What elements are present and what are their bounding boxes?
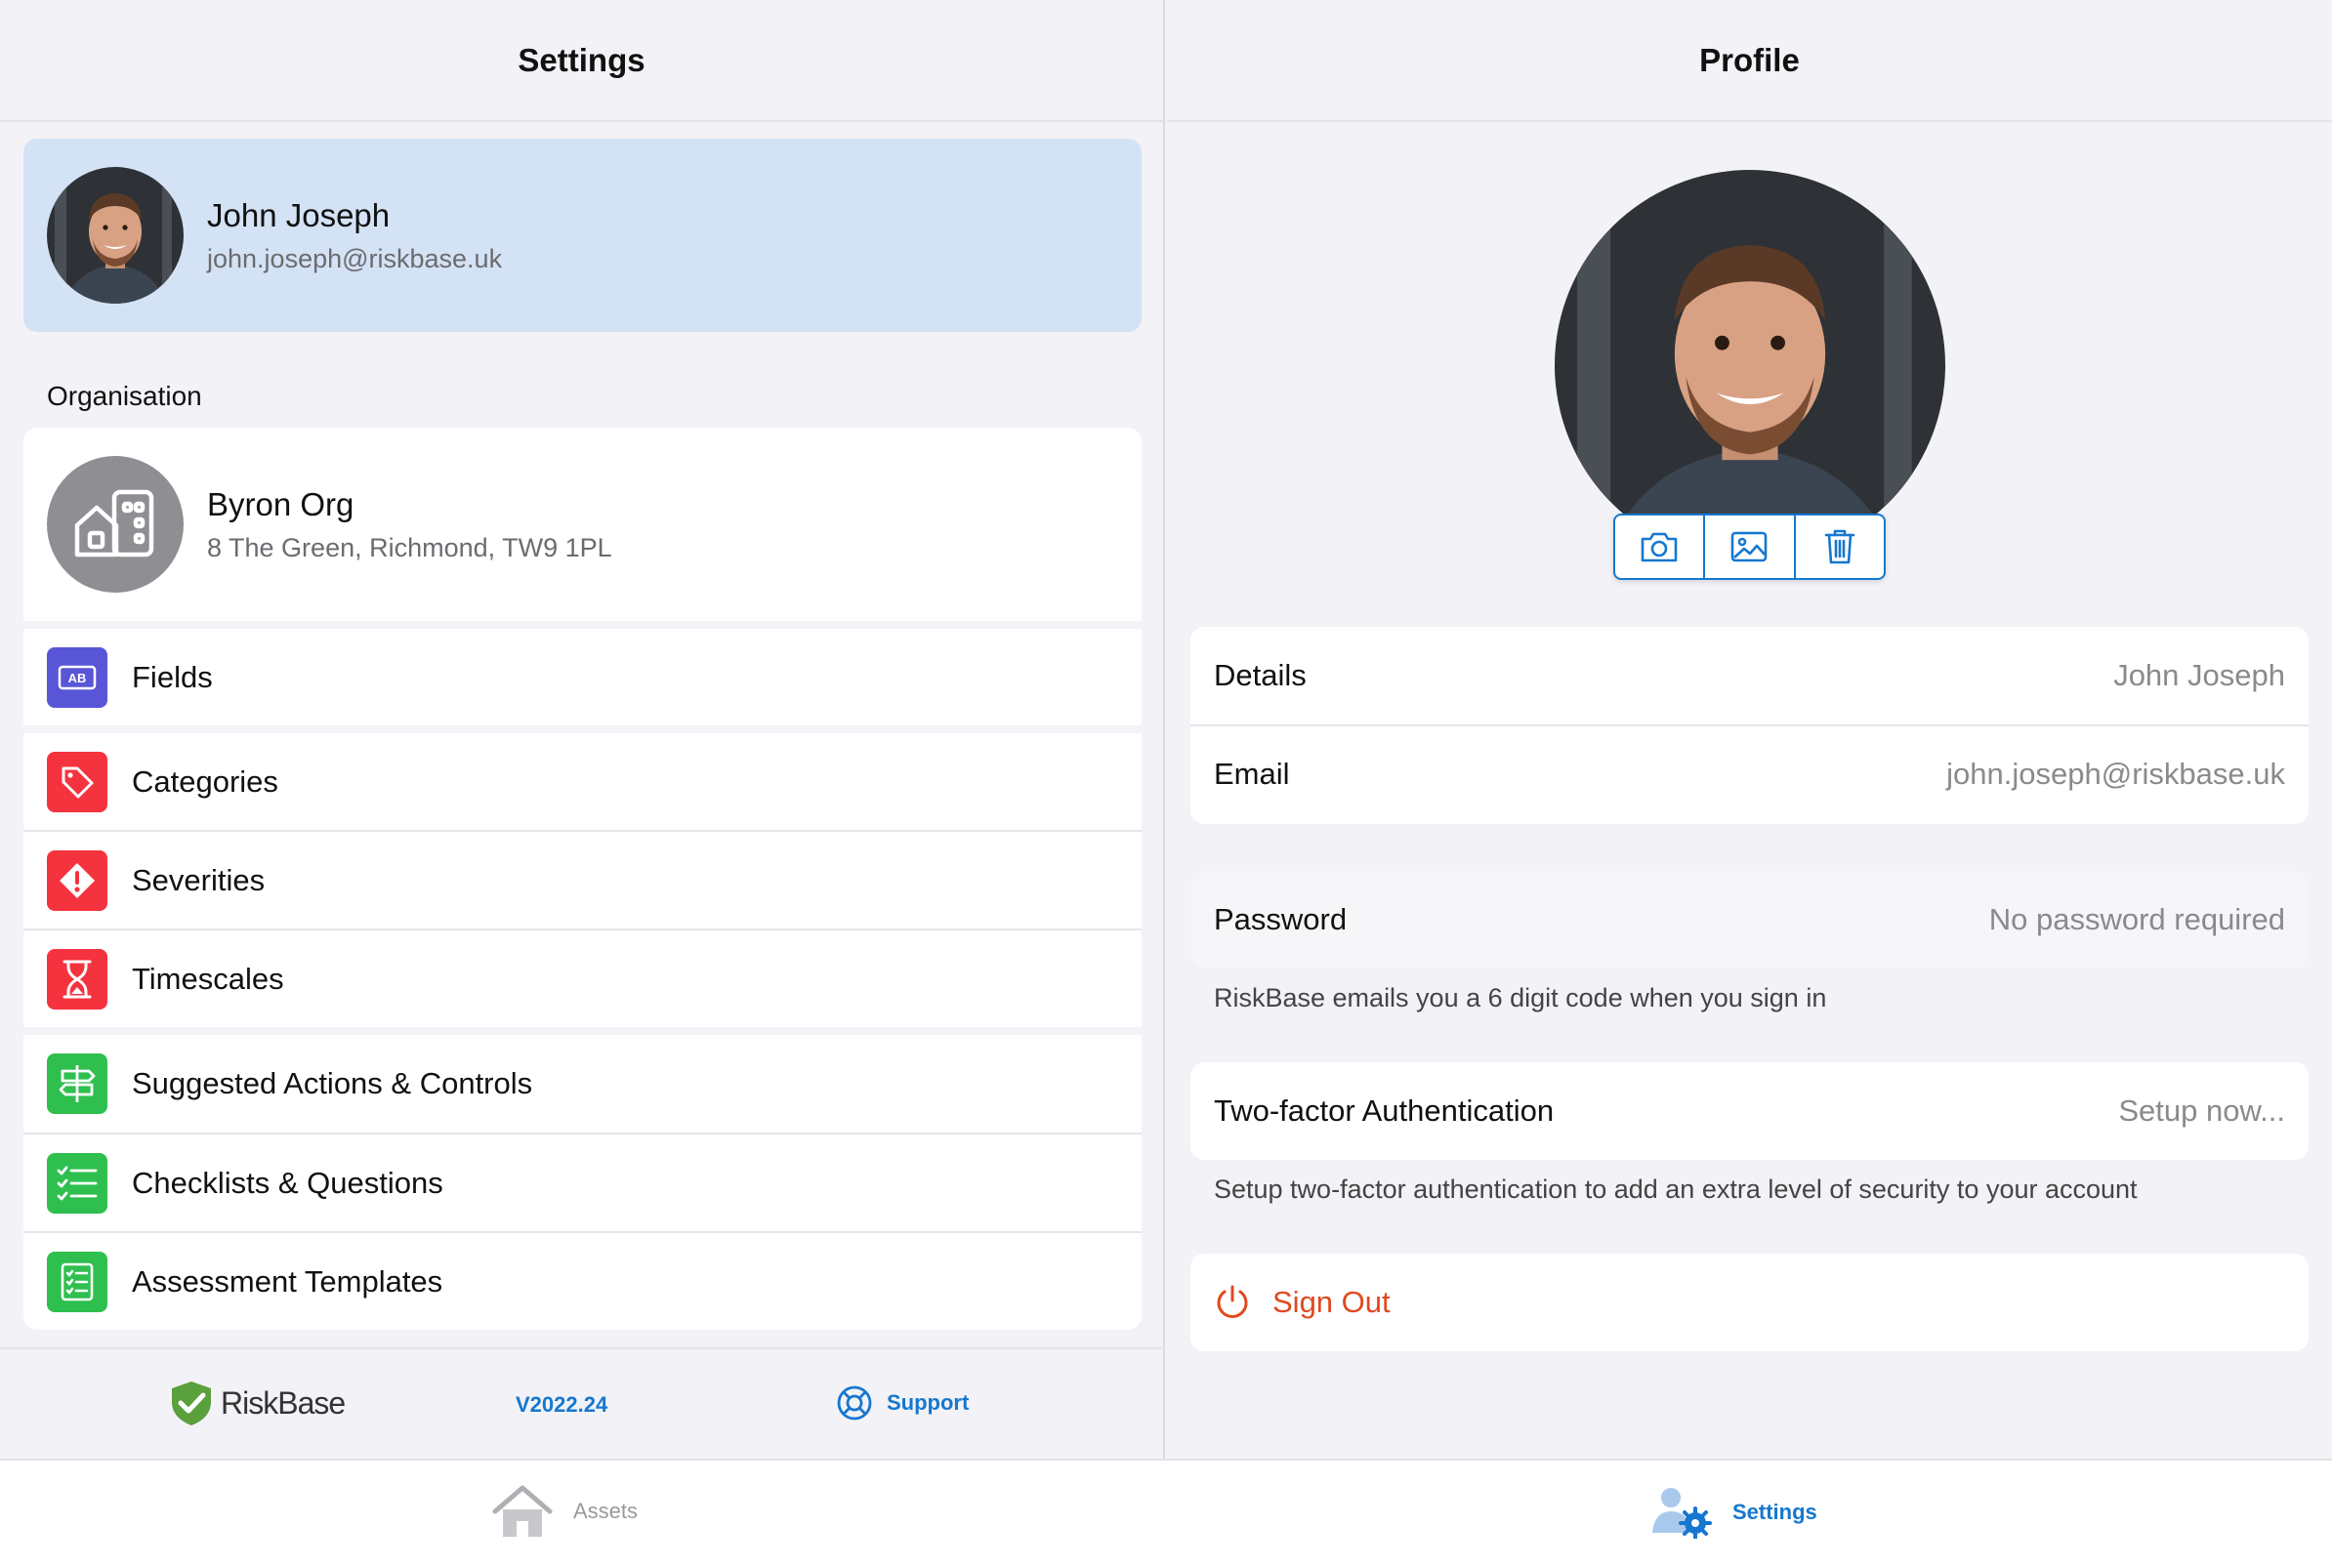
two-factor-group: Two-factor Authentication Setup now... [1190,1062,2309,1160]
settings-footer: RiskBase V2022.24 Support [0,1347,1165,1459]
delete-photo-button[interactable] [1796,516,1884,578]
sign-out-group: Sign Out [1190,1254,2309,1351]
organisation-card[interactable]: Byron Org 8 The Green, Richmond, TW9 1PL [23,428,1142,621]
warning-icon [47,849,107,911]
settings-item-label: Checklists & Questions [132,1165,443,1200]
organisation-section-label: Organisation [47,381,202,411]
svg-text:AB: AB [68,671,87,685]
email-value: john.joseph@riskbase.uk [1946,757,2285,791]
password-row: Password No password required [1190,871,2309,969]
settings-nav-bar: Settings [0,0,1163,122]
support-label: Support [887,1390,970,1415]
details-row[interactable]: Details John Joseph [1190,627,2309,724]
tab-settings-label: Settings [1732,1500,1817,1524]
tab-bar: Assets Settings [0,1459,2332,1568]
hourglass-icon [47,948,107,1010]
choose-photo-button[interactable] [1705,516,1796,578]
trash-icon [1824,529,1855,564]
avatar [47,167,184,304]
settings-title: Settings [518,41,645,78]
tab-assets-label: Assets [573,1499,639,1523]
home-icon [492,1485,553,1537]
brand-name: RiskBase [221,1384,346,1421]
app-version: V2022.24 [516,1392,608,1417]
password-label: Password [1214,902,1348,936]
profile-details-group: Details John Joseph Email john.joseph@ri… [1190,627,2309,824]
take-photo-button[interactable] [1615,516,1706,578]
sign-out-label: Sign Out [1272,1285,1391,1319]
photo-actions-toolbar [1613,514,1886,580]
sign-out-button[interactable]: Sign Out [1190,1254,2309,1351]
email-label: Email [1214,757,1290,791]
camera-icon [1641,532,1678,562]
image-icon [1731,531,1768,562]
user-email: john.joseph@riskbase.uk [207,243,503,273]
settings-item-severities[interactable]: Severities [23,832,1142,928]
two-factor-row[interactable]: Two-factor Authentication Setup now... [1190,1062,2309,1160]
two-factor-value: Setup now... [2118,1093,2285,1128]
profile-nav-bar: Profile [1167,0,2332,122]
password-value: No password required [1988,902,2285,936]
email-row[interactable]: Email john.joseph@riskbase.uk [1190,724,2309,822]
tag-icon [47,751,107,812]
template-icon [47,1251,107,1312]
settings-item-label: Assessment Templates [132,1263,443,1299]
fields-icon: AB [47,646,107,708]
power-icon [1217,1285,1248,1318]
riskbase-logo: RiskBase [168,1379,346,1427]
organisation-address: 8 The Green, Richmond, TW9 1PL [207,532,612,562]
settings-item-label: Suggested Actions & Controls [132,1066,533,1100]
password-group: Password No password required [1190,871,2309,969]
settings-item-timescales[interactable]: Timescales [23,930,1142,1027]
organisation-icon [47,456,184,593]
lifebuoy-icon [837,1385,872,1421]
tab-assets[interactable]: Assets [491,1484,638,1539]
settings-item-checklists[interactable]: Checklists & Questions [23,1135,1142,1231]
settings-item-label: Severities [132,862,266,897]
checklist-icon [47,1152,107,1214]
details-value: John Joseph [2113,658,2285,692]
settings-item-suggested-actions[interactable]: Suggested Actions & Controls [23,1035,1142,1133]
user-name: John Joseph [207,196,391,233]
two-factor-label: Two-factor Authentication [1214,1093,1555,1128]
details-label: Details [1214,658,1307,692]
password-help-text: RiskBase emails you a 6 digit code when … [1214,983,1827,1012]
profile-title: Profile [1699,41,1800,78]
profile-photo [1555,170,1945,560]
tab-settings[interactable]: Settings [1650,1486,1817,1539]
settings-item-label: Fields [132,659,213,694]
settings-pane: Settings John Joseph john.joseph@riskbas… [0,0,1165,1459]
settings-item-fields[interactable]: AB Fields [23,629,1142,725]
profile-pane: Profile Details John Joseph Email john.j… [1167,0,2332,1459]
settings-item-label: Categories [132,763,278,799]
signpost-icon [47,1053,107,1114]
support-link[interactable]: Support [836,1384,969,1422]
shield-check-icon [172,1382,211,1425]
settings-item-categories[interactable]: Categories [23,733,1142,830]
two-factor-help-text: Setup two-factor authentication to add a… [1214,1175,2138,1204]
user-profile-card[interactable]: John Joseph john.joseph@riskbase.uk [23,139,1142,332]
organisation-name: Byron Org [207,485,354,522]
user-settings-icon [1652,1488,1712,1539]
settings-item-label: Timescales [132,961,284,996]
settings-item-assessment-templates[interactable]: Assessment Templates [23,1233,1142,1330]
